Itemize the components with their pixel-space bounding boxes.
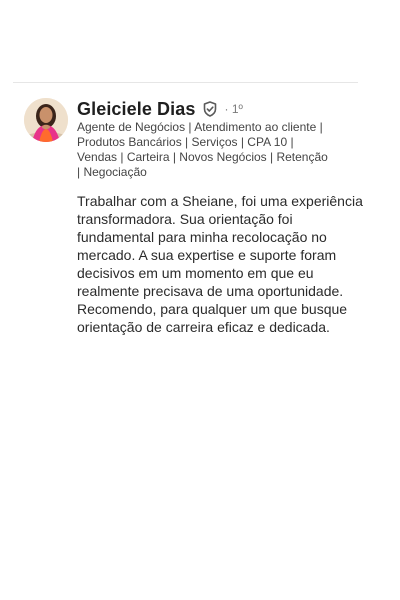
verified-shield-icon [201, 100, 219, 118]
truncated-text-line [77, 334, 377, 340]
author-avatar[interactable] [24, 98, 68, 142]
recommendation-text: Trabalhar com a Sheiane, foi uma experiê… [77, 193, 363, 335]
avatar-image [24, 98, 68, 142]
section-divider [13, 82, 358, 83]
author-name[interactable]: Gleiciele Dias [77, 99, 195, 120]
author-headline: Agente de Negócios | Atendimento ao clie… [77, 120, 328, 179]
connection-degree: · 1º [224, 102, 243, 116]
name-row: Gleiciele Dias · 1º [77, 96, 377, 122]
page: Gleiciele Dias · 1º Agente de Negócios |… [0, 0, 400, 600]
recommendation-header: Gleiciele Dias · 1º Agente de Negócios |… [77, 96, 377, 180]
